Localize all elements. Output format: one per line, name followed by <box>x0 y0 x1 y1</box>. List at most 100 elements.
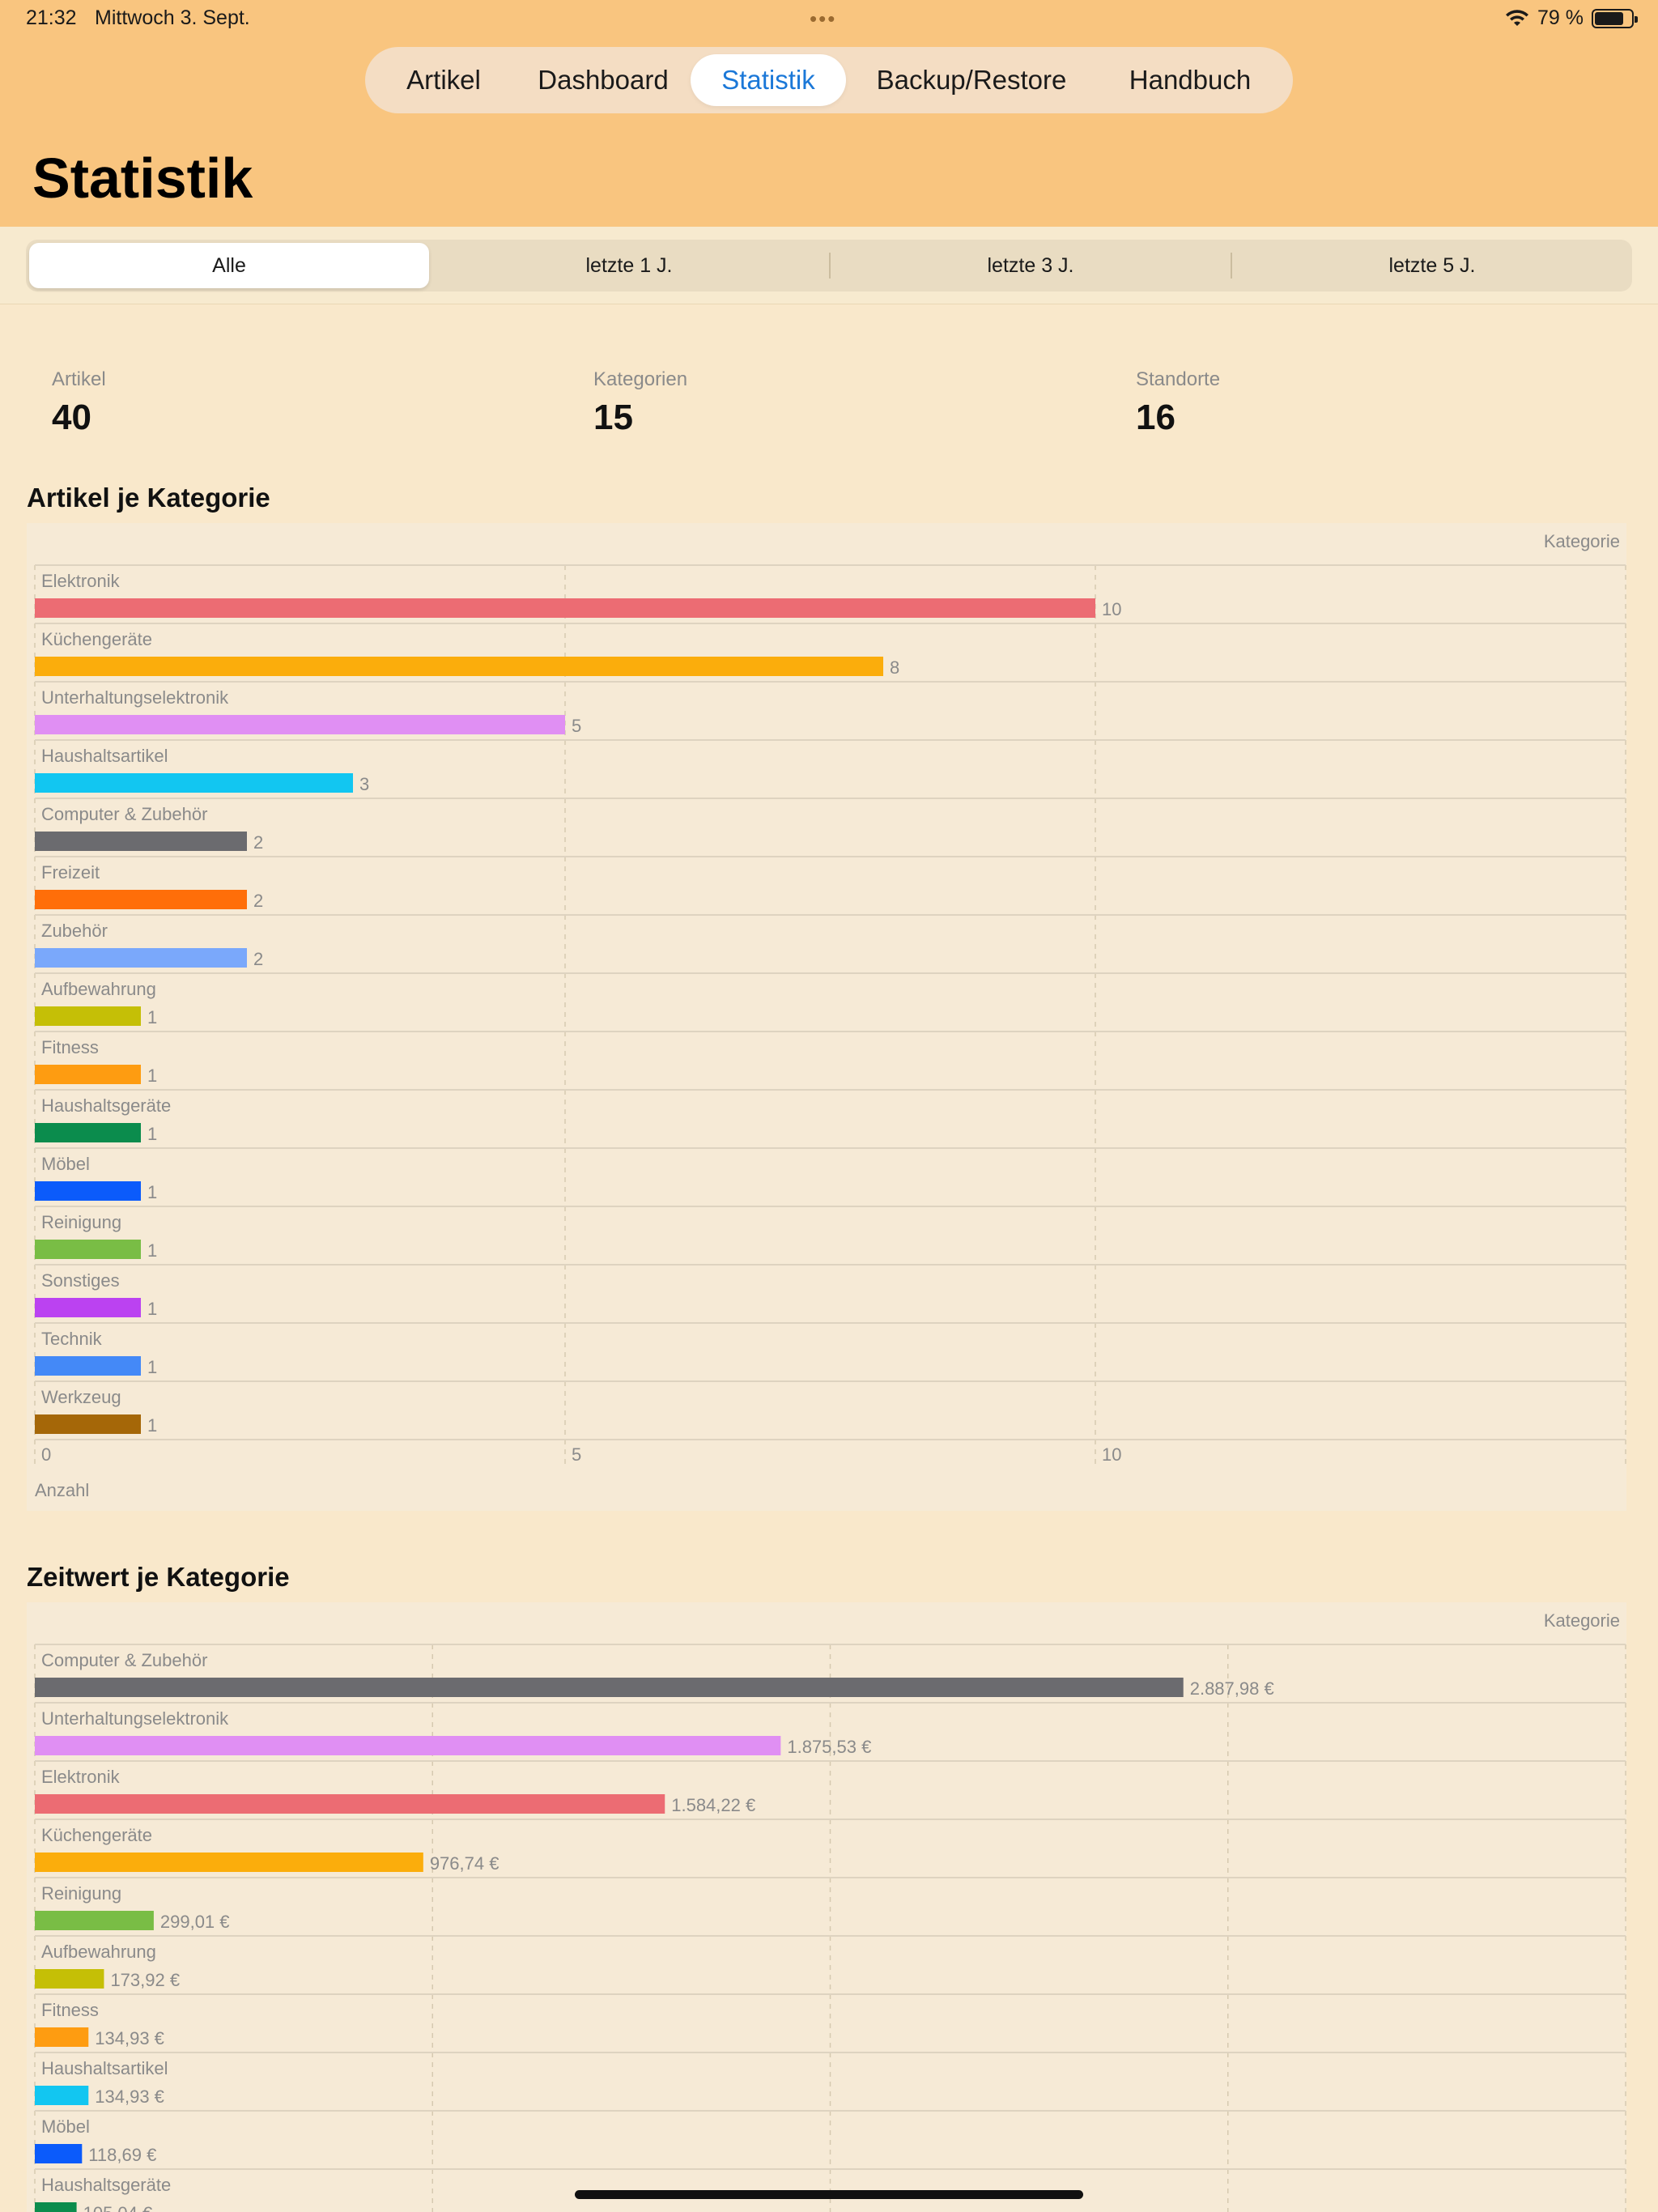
category-label: Haushaltsgeräte <box>41 1095 171 1116</box>
value-label: 1 <box>147 1240 157 1261</box>
tab-backup-restore[interactable]: Backup/Restore <box>846 54 1097 106</box>
chart-title-zeitwert-je-kategorie: Zeitwert je Kategorie <box>27 1562 290 1592</box>
tab-dashboard[interactable]: Dashboard <box>516 54 691 106</box>
battery-icon <box>1592 8 1638 28</box>
category-label: Möbel <box>41 1154 90 1174</box>
bar <box>35 1065 141 1084</box>
category-label: Computer & Zubehör <box>41 1650 207 1670</box>
filter-option-alle[interactable]: Alle <box>29 243 429 288</box>
category-label: Aufbewahrung <box>41 1942 156 1962</box>
tab-artikel[interactable]: Artikel <box>372 54 516 106</box>
chart-title-artikel-je-kategorie: Artikel je Kategorie <box>27 483 270 513</box>
status-time: 21:32 <box>26 6 77 29</box>
value-label: 1 <box>147 1066 157 1086</box>
value-label: 1 <box>147 1299 157 1319</box>
category-label: Sonstiges <box>41 1270 120 1291</box>
value-label: 2 <box>253 832 263 853</box>
category-label: Elektronik <box>41 1767 121 1787</box>
bar <box>35 1181 141 1201</box>
bar <box>35 1911 154 1930</box>
value-label: 1 <box>147 1007 157 1027</box>
x-tick-label: 0 <box>41 1444 51 1465</box>
tab-handbuch[interactable]: Handbuch <box>1097 54 1283 106</box>
filter-option-1-jahr[interactable]: letzte 1 J. <box>429 243 829 288</box>
bar <box>35 1794 665 1814</box>
legend-label: Kategorie <box>1544 531 1620 551</box>
value-label: 1.875,53 € <box>787 1737 871 1757</box>
category-label: Fitness <box>41 1037 99 1057</box>
value-label: 10 <box>1102 599 1121 619</box>
filter-option-5-jahre[interactable]: letzte 5 J. <box>1232 243 1632 288</box>
value-label: 1 <box>147 1182 157 1202</box>
value-label: 976,74 € <box>430 1853 500 1874</box>
category-label: Werkzeug <box>41 1387 121 1407</box>
value-label: 1 <box>147 1357 157 1377</box>
kpi-label: Standorte <box>1136 368 1221 390</box>
value-label: 3 <box>359 774 369 794</box>
home-indicator[interactable] <box>575 2190 1083 2199</box>
bar <box>35 948 247 968</box>
bar <box>35 1853 423 1872</box>
kpi-standorte: Standorte 16 <box>1136 368 1220 438</box>
value-label: 2.887,98 € <box>1190 1678 1274 1699</box>
value-label: 118,69 € <box>88 2145 156 2165</box>
category-label: Aufbewahrung <box>41 979 156 999</box>
bar <box>35 1678 1184 1697</box>
category-label: Reinigung <box>41 1883 121 1904</box>
bar <box>35 1969 104 1989</box>
bar <box>35 890 247 909</box>
category-label: Haushaltsartikel <box>41 746 168 766</box>
value-label: 1.584,22 € <box>671 1795 755 1815</box>
category-label: Unterhaltungselektronik <box>41 1708 229 1729</box>
app-header: 21:32 Mittwoch 3. Sept. ••• 79 % Artikel… <box>0 0 1658 227</box>
category-label: Fitness <box>41 2000 99 2020</box>
kpi-value: 16 <box>1136 398 1175 437</box>
category-label: Haushaltsartikel <box>41 2058 168 2078</box>
kpi-artikel: Artikel 40 <box>52 368 106 438</box>
main-tab-bar: Artikel Dashboard Statistik Backup/Resto… <box>365 47 1293 113</box>
category-label: Reinigung <box>41 1212 121 1232</box>
bar <box>35 1414 141 1434</box>
kpi-kategorien: Kategorien 15 <box>593 368 687 438</box>
kpi-value: 15 <box>593 398 633 437</box>
page-title: Statistik <box>32 147 253 210</box>
category-label: Unterhaltungselektronik <box>41 687 229 708</box>
category-label: Freizeit <box>41 862 100 883</box>
multitask-dots-icon[interactable]: ••• <box>810 6 836 32</box>
bar <box>35 1356 141 1376</box>
time-range-segmented-control: Alle letzte 1 J. letzte 3 J. letzte 5 J. <box>26 240 1632 291</box>
bar <box>35 598 1095 618</box>
bar-chart-svg: Kategorie Computer & Zubehör 2.887,98 € Unt… <box>34 1610 1626 2212</box>
x-tick-label: 10 <box>1102 1444 1121 1465</box>
bar <box>35 715 565 734</box>
wifi-icon <box>1506 9 1529 26</box>
bar <box>35 1736 781 1755</box>
value-label: 2 <box>253 891 263 911</box>
value-label: 1 <box>147 1124 157 1144</box>
bar <box>35 2202 77 2212</box>
bar <box>35 1240 141 1259</box>
category-label: Haushaltsgeräte <box>41 2175 171 2195</box>
battery-percent: 79 % <box>1537 6 1584 29</box>
tab-statistik[interactable]: Statistik <box>691 54 846 106</box>
value-label: 134,93 € <box>95 2028 164 2048</box>
category-label: Computer & Zubehör <box>41 804 207 824</box>
category-label: Technik <box>41 1329 103 1349</box>
filter-option-3-jahre[interactable]: letzte 3 J. <box>831 243 1231 288</box>
bar <box>35 1123 141 1142</box>
status-indicators: 79 % <box>1505 6 1638 30</box>
x-tick-label: 5 <box>572 1444 581 1465</box>
chart-zeitwert-je-kategorie: Kategorie Computer & Zubehör 2.887,98 € Unt… <box>27 1602 1626 2212</box>
kpi-label: Kategorien <box>593 368 688 390</box>
status-date: Mittwoch 3. Sept. <box>95 6 250 29</box>
value-label: 1 <box>147 1415 157 1436</box>
value-label: 2 <box>253 949 263 969</box>
value-label: 5 <box>572 716 581 736</box>
value-label: 8 <box>890 657 899 678</box>
value-label: 173,92 € <box>110 1970 180 1990</box>
x-axis-title: Anzahl <box>35 1480 89 1500</box>
category-label: Möbel <box>41 2116 90 2137</box>
category-label: Küchengeräte <box>41 1825 152 1845</box>
legend-label: Kategorie <box>1544 1610 1620 1631</box>
chart-artikel-je-kategorie: Kategorie Elektronik 10 Küchengeräte 8 Unterh… <box>27 523 1626 1511</box>
